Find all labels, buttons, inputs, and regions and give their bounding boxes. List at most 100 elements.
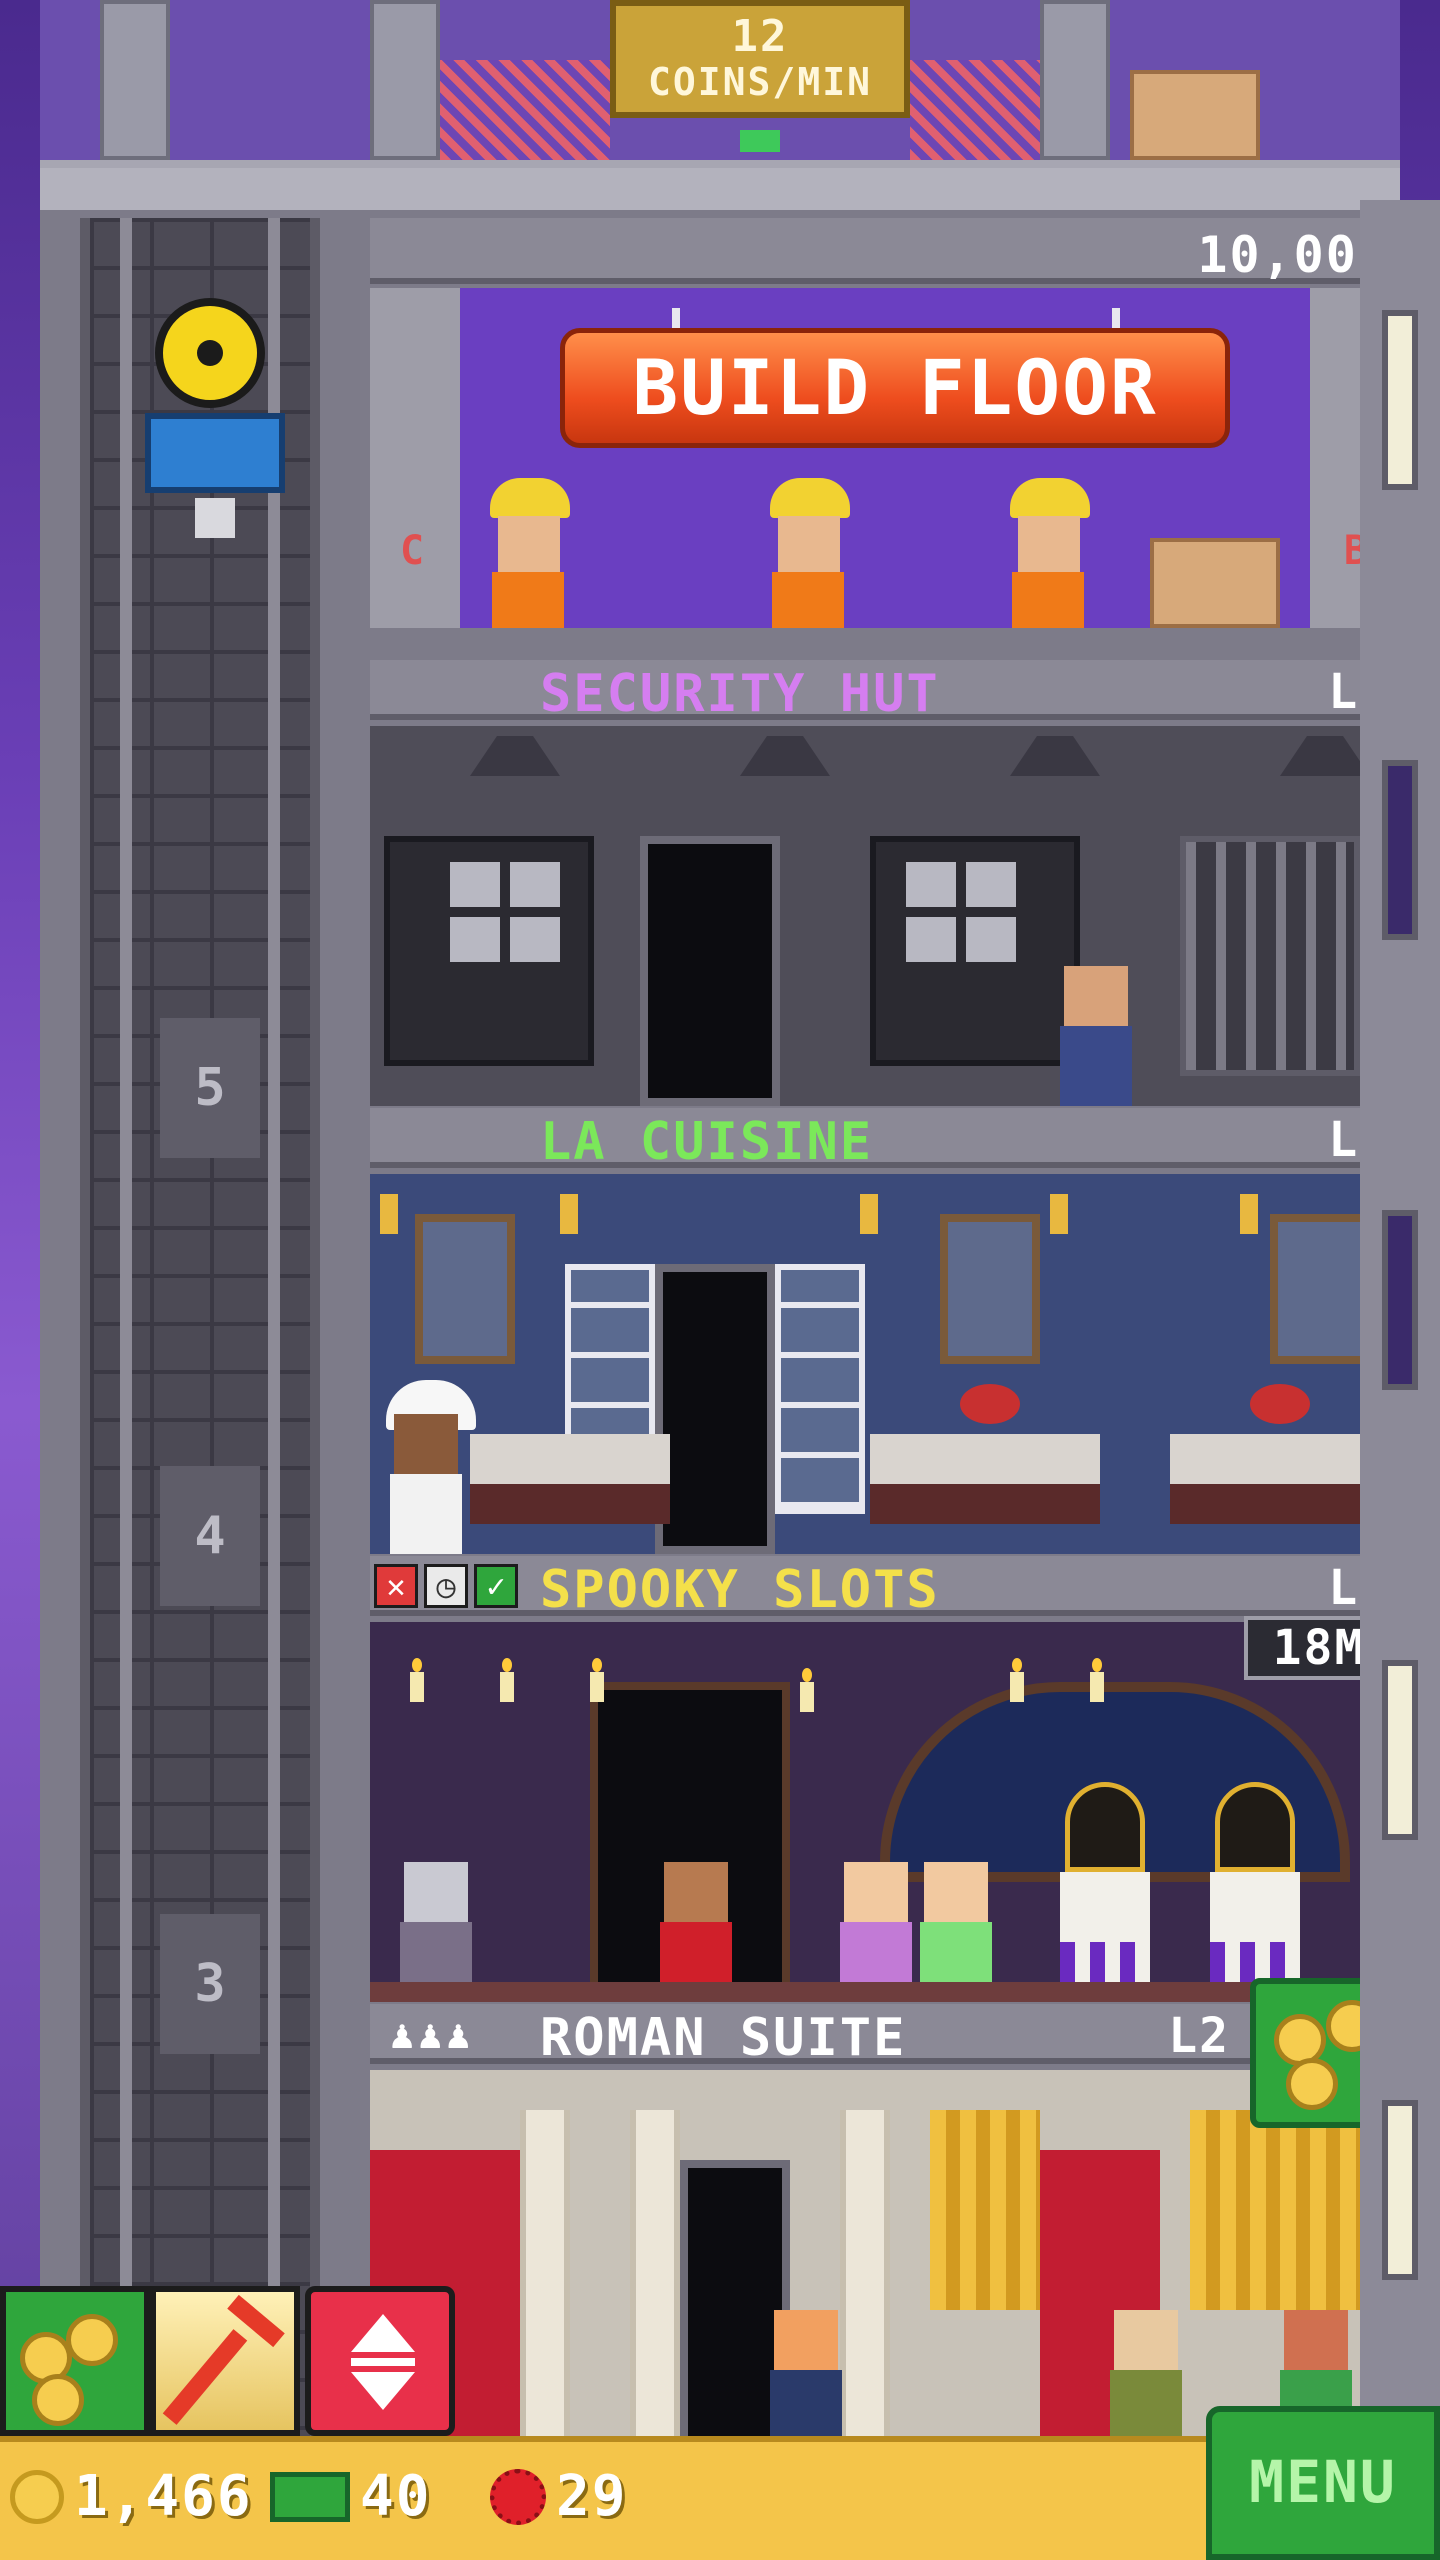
supply-crate [1150, 538, 1280, 628]
elevator-hook [195, 498, 235, 538]
slots-visitor[interactable] [910, 1842, 1000, 2002]
ceiling-lamp [740, 736, 830, 776]
ceiling-lamp [1280, 736, 1370, 776]
tower: 5 4 3 10,000 C B BUILD FLOOR SECURITY HU… [40, 160, 1400, 2450]
dining-table [1170, 1434, 1390, 1524]
rooftop-vent [740, 130, 780, 152]
floor-header: SECURITY HUT L1 [370, 660, 1400, 724]
slot-machine [1200, 1782, 1310, 1992]
elevator-cable [268, 218, 280, 2448]
build-floor-button[interactable]: BUILD FLOOR [560, 328, 1230, 448]
elevator-shaft[interactable]: 5 4 3 [80, 218, 320, 2448]
rooftop-pillar [370, 0, 440, 160]
pickaxe-icon [162, 2329, 248, 2425]
floor-la-cuisine[interactable]: LA CUISINE L1 [370, 1108, 1400, 1556]
floor-name: LA CUISINE [540, 1112, 874, 1172]
token-icon [490, 2468, 546, 2525]
bux-balance-value: 40 [360, 2464, 432, 2529]
wall-painting [415, 1214, 515, 1364]
construction-worker [760, 478, 850, 628]
bux-icon [270, 2471, 350, 2522]
french-door [775, 1264, 865, 1514]
monitor-desk [870, 836, 1080, 1066]
elevator-car[interactable] [145, 298, 285, 588]
rooftop-fence [440, 60, 610, 160]
elevator-body [145, 413, 285, 493]
floor-spooky-slots[interactable]: ✕ ◷ ✓ SPOOKY SLOTS L3 [370, 1556, 1400, 2004]
doorway [655, 1264, 775, 1554]
bux-balance: 40 [270, 2464, 431, 2529]
coin-icon [10, 2469, 64, 2524]
occupancy-icons: ♟♟♟ [390, 2012, 475, 2058]
slot-machine [1050, 1782, 1160, 1992]
zombie-guest[interactable] [390, 1842, 480, 2002]
construction-worker [480, 478, 570, 628]
build-floor-slot: 10,000 C B BUILD FLOOR [370, 218, 1400, 698]
coin-icon [1286, 2058, 1338, 2110]
clock-icon: ◷ [424, 1564, 468, 1608]
x-icon: ✕ [374, 1564, 418, 1608]
security-guard[interactable] [1050, 946, 1140, 1106]
roof-ledge [40, 168, 1400, 210]
coins-per-min-sign: 12 COINS/MIN [610, 0, 910, 118]
construction-worker [1000, 478, 1090, 628]
rooftop-pillar [100, 0, 170, 160]
floor-name: SECURITY HUT [540, 664, 940, 724]
wall-painting [1270, 1214, 1370, 1364]
floor-status-icons: ✕ ◷ ✓ [374, 1564, 518, 1608]
build-floor-header: 10,000 [370, 218, 1400, 284]
marble-column [630, 2110, 680, 2450]
floor-security-hut[interactable]: SECURITY HUT L1 [370, 660, 1400, 1108]
floor-header: ✕ ◷ ✓ SPOOKY SLOTS L3 [370, 1556, 1400, 1620]
floor-header: LA CUISINE L1 [370, 1108, 1400, 1172]
side-window [1382, 1660, 1418, 1840]
side-window [1382, 2100, 1418, 2280]
elevator-button[interactable] [305, 2286, 455, 2436]
side-window [1382, 310, 1418, 490]
suite-guest[interactable] [760, 2290, 850, 2450]
token-balance: 29 [490, 2464, 627, 2529]
marble-column [520, 2110, 570, 2450]
room-letter-left: C [400, 528, 427, 574]
divider-icon [351, 2358, 415, 2366]
chef[interactable] [380, 1380, 476, 1554]
floor-name: SPOOKY SLOTS [540, 1560, 940, 1620]
la-cuisine-room [370, 1174, 1400, 1554]
floor-level: L2 [1168, 2008, 1230, 2064]
elevator-wheel-icon [155, 298, 265, 408]
floor-marker: 5 [160, 1018, 260, 1158]
arrow-down-icon [351, 2372, 415, 2410]
rooftop-pillar [1040, 0, 1110, 160]
suite-guest[interactable] [1100, 2290, 1190, 2450]
tower-side-panel [1360, 200, 1440, 2436]
side-window [1382, 760, 1418, 940]
jail-cell [1180, 836, 1360, 1076]
coin-icon [66, 2314, 118, 2366]
wall-painting [940, 1214, 1040, 1364]
bellhop[interactable] [650, 1842, 740, 2002]
floor-marker: 4 [160, 1466, 260, 1606]
doorway [640, 836, 780, 1106]
build-mode-button[interactable] [150, 2286, 300, 2436]
floor-roman-suite[interactable]: ♟♟♟ ROMAN SUITE L2 [370, 1978, 1400, 2452]
token-balance-value: 29 [556, 2464, 628, 2529]
elevator-cable [120, 218, 132, 2448]
check-icon: ✓ [474, 1564, 518, 1608]
coins-per-min-label: COINS/MIN [648, 60, 872, 104]
coins-button[interactable] [0, 2286, 150, 2436]
menu-button[interactable]: MENU [1206, 2406, 1440, 2560]
dining-table [870, 1434, 1100, 1524]
slots-visitor[interactable] [830, 1842, 920, 2002]
ceiling-lamp [1010, 736, 1100, 776]
rooftop-fence [910, 60, 1040, 160]
dining-table [470, 1434, 670, 1524]
roman-suite-room [370, 2070, 1400, 2450]
side-window [1382, 1210, 1418, 1390]
coin-balance: 1,466 [10, 2464, 253, 2529]
monitor-desk [384, 836, 594, 1066]
floor-name: ROMAN SUITE [540, 2008, 907, 2068]
floor-marker: 3 [160, 1914, 260, 2054]
floor-header: ♟♟♟ ROMAN SUITE L2 [370, 2004, 1400, 2068]
ceiling-lamp [470, 736, 560, 776]
arrow-up-icon [351, 2314, 415, 2352]
